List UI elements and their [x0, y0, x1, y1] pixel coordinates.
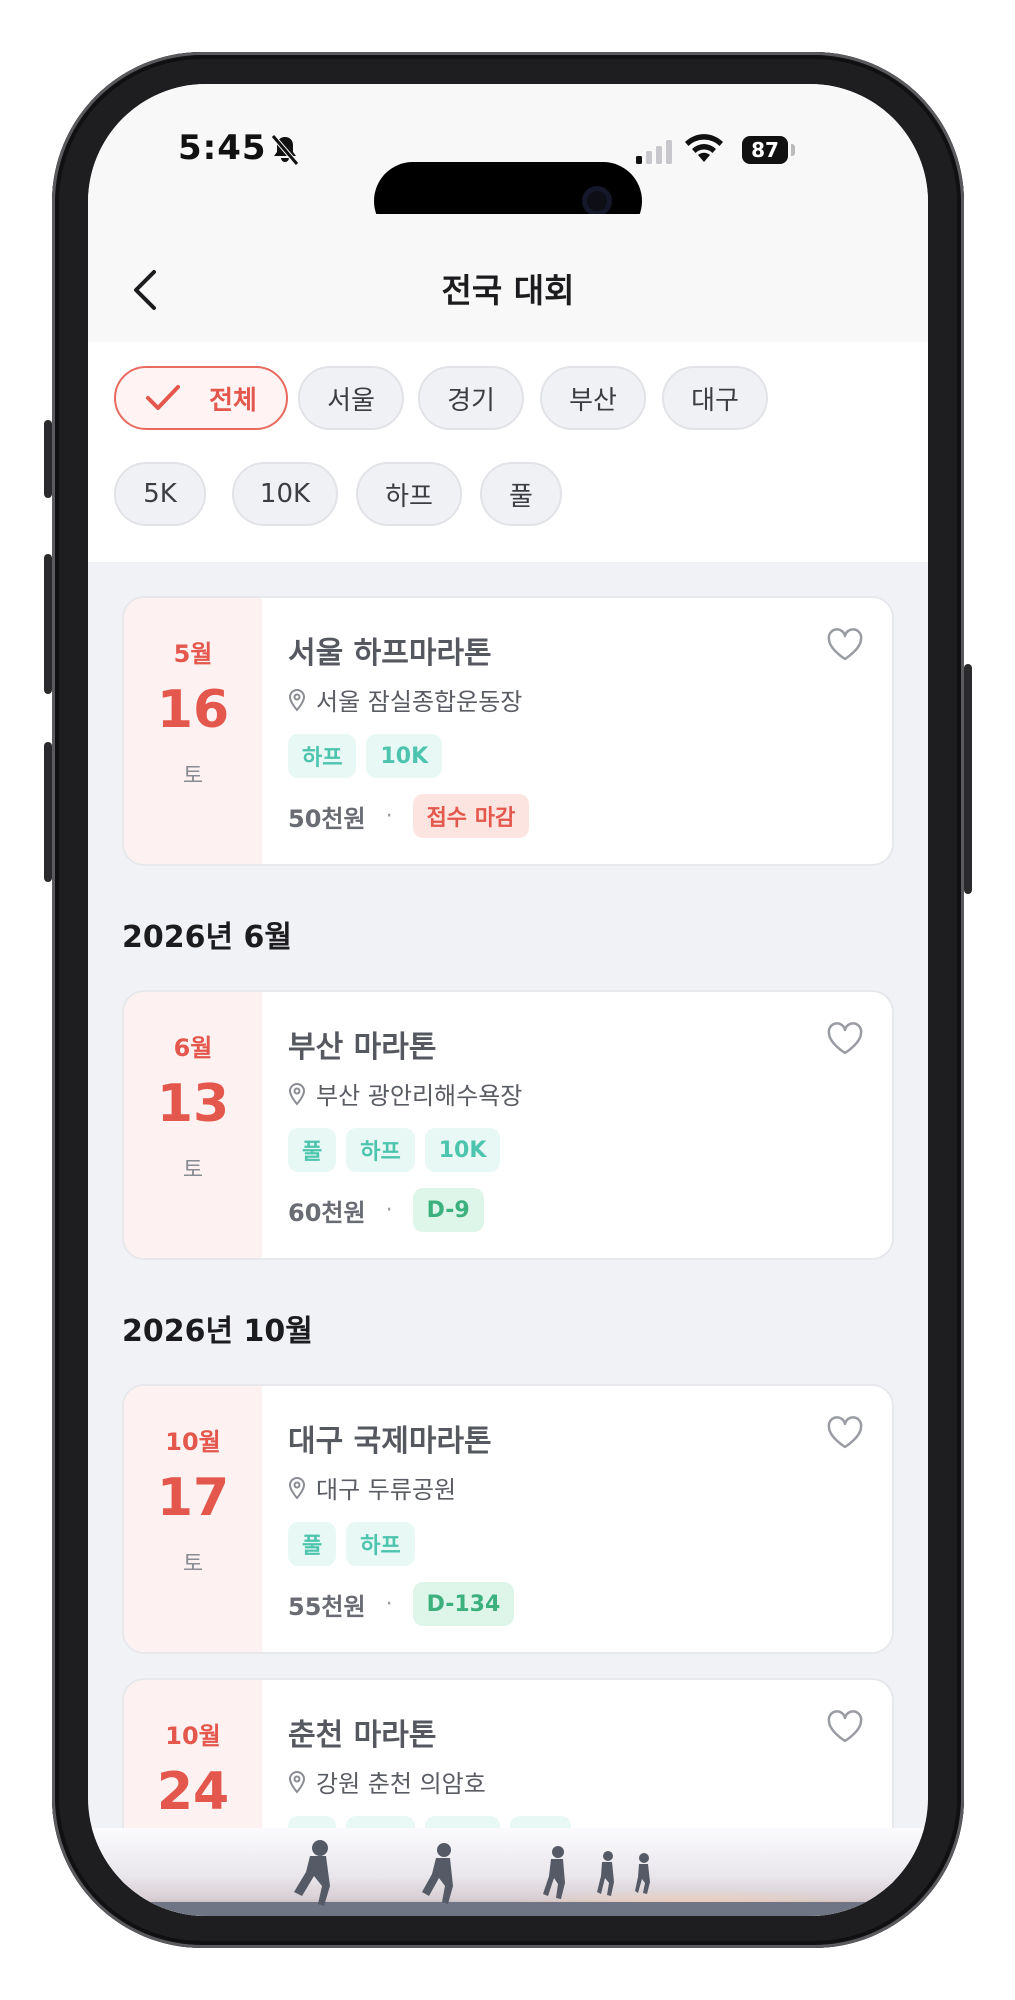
power-button [964, 664, 972, 894]
race-title: 서울 하프마라톤 [288, 636, 492, 671]
filter-bar: 전체 서울 경기 부산 대구 5K 10K 하프 풀 [88, 342, 928, 562]
race-title: 대구 국제마라톤 [288, 1424, 492, 1459]
race-location-text: 대구 두류공원 [316, 1476, 457, 1504]
heart-icon[interactable] [826, 1022, 864, 1056]
location-pin-icon [288, 1082, 306, 1106]
race-price: 60천원 [288, 1198, 366, 1227]
checkmark-icon [146, 385, 181, 410]
location-pin-icon [288, 688, 306, 712]
race-price: 55천원 [288, 1592, 366, 1621]
distance-tag: 10K [424, 1128, 501, 1172]
race-meta: 55천원 · D-134 [288, 1582, 515, 1626]
distance-tag: 풀 [288, 1128, 337, 1172]
race-title: 부산 마라톤 [288, 1030, 437, 1065]
race-month: 6월 [173, 1034, 213, 1062]
volume-up-button [44, 554, 52, 694]
battery-tip [791, 144, 795, 156]
signal-icon [636, 140, 672, 164]
page-title: 전국 대회 [441, 271, 575, 310]
filter-chip-label: 부산 [569, 385, 617, 416]
filter-chip-label: 전체 [209, 385, 257, 416]
date-column: 6월 13 토 [124, 992, 262, 1258]
filter-chip-label: 서울 [327, 385, 375, 416]
race-title: 춘천 마라톤 [288, 1718, 437, 1753]
filter-chip-all[interactable]: 전체 [114, 366, 288, 430]
race-meta: 60천원 · D-9 [288, 1188, 484, 1232]
race-location: 서울 잠실종합운동장 [288, 682, 522, 717]
distance-tag: 10K [366, 734, 443, 778]
phone-frame: 5:45 87 전국 대회 전체 서울 경기 부산 대구 5K 10K 하프 풀… [44, 52, 972, 1948]
filter-chip-half[interactable]: 하프 [356, 462, 462, 526]
filter-chip-busan[interactable]: 부산 [540, 366, 646, 430]
action-button [44, 420, 52, 498]
wifi-icon [685, 134, 723, 162]
section-header: 2026년 10월 [122, 1314, 313, 1349]
heart-icon[interactable] [826, 1710, 864, 1744]
distance-tag: 하프 [346, 1522, 415, 1566]
race-weekday: 토 [182, 1552, 204, 1577]
filter-chip-label: 경기 [447, 385, 495, 416]
race-location-text: 서울 잠실종합운동장 [316, 688, 523, 716]
runners-banner-image [88, 1828, 928, 1916]
race-location: 강원 춘천 의암호 [288, 1764, 486, 1799]
race-weekday: 토 [182, 764, 204, 789]
race-card[interactable]: 10월 17 토 대구 국제마라톤 대구 두류공원 풀 하프 55천원 · D-… [122, 1384, 894, 1654]
race-month: 10월 [165, 1722, 221, 1750]
battery-indicator: 87 [742, 136, 788, 164]
race-price: 50천원 [288, 804, 366, 833]
distance-tag: 하프 [346, 1128, 415, 1172]
screen: 5:45 87 전국 대회 전체 서울 경기 부산 대구 5K 10K 하프 풀… [88, 84, 928, 1916]
race-card[interactable]: 6월 13 토 부산 마라톤 부산 광안리해수욕장 풀 하프 10K 60천원 … [122, 990, 894, 1260]
filter-chip-daegu[interactable]: 대구 [662, 366, 768, 430]
location-pin-icon [288, 1770, 306, 1794]
distance-tags: 풀 하프 10K [288, 1128, 501, 1172]
filter-chip-gyeonggi[interactable]: 경기 [418, 366, 524, 430]
separator-dot: · [385, 1197, 393, 1223]
filter-chip-label: 5K [143, 479, 177, 509]
filter-chip-label: 대구 [691, 385, 739, 416]
bell-slash-icon [271, 134, 299, 166]
filter-chip-full[interactable]: 풀 [480, 462, 562, 526]
race-list[interactable]: 5월 16 토 서울 하프마라톤 서울 잠실종합운동장 하프 10K 50천원 … [88, 562, 928, 1916]
race-day: 17 [156, 1468, 230, 1528]
race-location-text: 부산 광안리해수욕장 [316, 1082, 523, 1110]
section-header: 2026년 6월 [122, 920, 293, 955]
race-location-text: 강원 춘천 의암호 [316, 1770, 486, 1798]
camera-icon [582, 186, 612, 216]
filter-chip-10k[interactable]: 10K [232, 462, 338, 526]
status-bar: 5:45 87 [88, 84, 928, 240]
race-day: 13 [156, 1074, 230, 1134]
status-badge: 접수 마감 [412, 794, 530, 838]
filter-chip-5k[interactable]: 5K [114, 462, 206, 526]
volume-down-button [44, 742, 52, 882]
separator-dot: · [385, 1591, 393, 1617]
race-month: 10월 [165, 1428, 221, 1456]
distance-tag: 하프 [288, 734, 357, 778]
status-badge: D-9 [412, 1188, 484, 1232]
race-location: 대구 두류공원 [288, 1470, 456, 1505]
heart-icon[interactable] [826, 1416, 864, 1450]
filter-chip-label: 풀 [509, 481, 533, 512]
race-day: 24 [156, 1762, 230, 1822]
filter-chip-label: 하프 [385, 481, 433, 512]
date-column: 10월 17 토 [124, 1386, 262, 1652]
separator-dot: · [385, 803, 393, 829]
race-month: 5월 [173, 640, 213, 668]
filter-chip-seoul[interactable]: 서울 [298, 366, 404, 430]
race-weekday: 토 [182, 1158, 204, 1183]
race-day: 16 [156, 680, 230, 740]
race-card[interactable]: 5월 16 토 서울 하프마라톤 서울 잠실종합운동장 하프 10K 50천원 … [122, 596, 894, 866]
filter-chip-label: 10K [259, 479, 311, 509]
location-pin-icon [288, 1476, 306, 1500]
distance-tags: 하프 10K [288, 734, 443, 778]
distance-tag: 풀 [288, 1522, 337, 1566]
distance-tags: 풀 하프 [288, 1522, 415, 1566]
nav-bar: 전국 대회 [88, 214, 928, 342]
race-location: 부산 광안리해수욕장 [288, 1076, 522, 1111]
race-meta: 50천원 · 접수 마감 [288, 794, 530, 838]
status-time: 5:45 [178, 128, 267, 168]
heart-icon[interactable] [826, 628, 864, 662]
status-badge: D-134 [412, 1582, 515, 1626]
date-column: 5월 16 토 [124, 598, 262, 864]
